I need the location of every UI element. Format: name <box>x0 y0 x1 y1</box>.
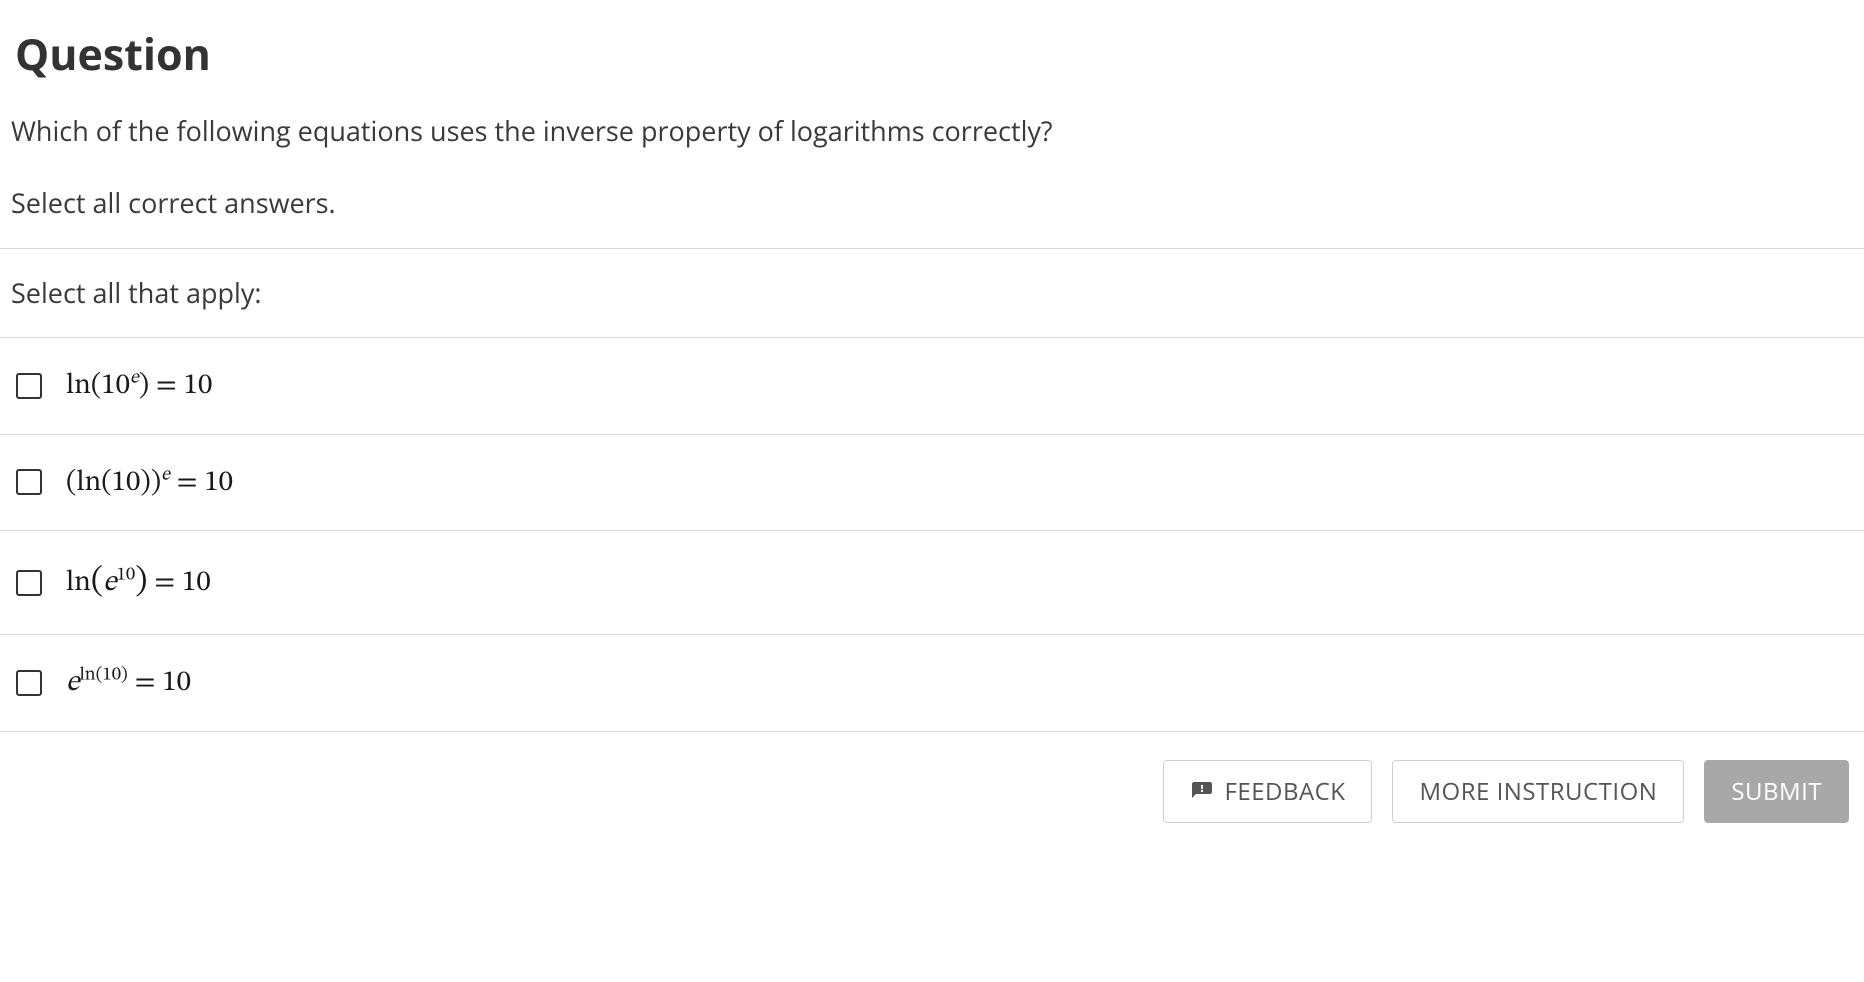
feedback-button-label: FEEDBACK <box>1224 775 1345 808</box>
option-equation-b: (ln(10))e = 10 <box>66 461 233 505</box>
feedback-icon <box>1190 779 1214 803</box>
option-equation-c: ln(e10) = 10 <box>66 557 211 608</box>
question-subprompt: Select all correct answers. <box>0 153 1864 248</box>
checkbox-c[interactable] <box>16 570 42 596</box>
submit-button[interactable]: SUBMIT <box>1704 760 1849 823</box>
more-instruction-button[interactable]: MORE INSTRUCTION <box>1392 760 1684 823</box>
button-bar: FEEDBACK MORE INSTRUCTION SUBMIT <box>0 732 1864 823</box>
select-apply-label: Select all that apply: <box>0 248 1864 339</box>
checkbox-d[interactable] <box>16 670 42 696</box>
question-page: Question Which of the following equation… <box>0 0 1864 982</box>
option-row-c[interactable]: ln(e10) = 10 <box>0 531 1864 635</box>
option-row-b[interactable]: (ln(10))e = 10 <box>0 435 1864 532</box>
more-instruction-button-label: MORE INSTRUCTION <box>1419 775 1657 808</box>
question-heading: Question <box>0 0 1864 97</box>
question-prompt: Which of the following equations uses th… <box>0 97 1864 154</box>
option-row-d[interactable]: eln(10) = 10 <box>0 635 1864 732</box>
option-equation-a: ln(10e) = 10 <box>66 364 212 408</box>
checkbox-a[interactable] <box>16 373 42 399</box>
feedback-button[interactable]: FEEDBACK <box>1163 760 1372 823</box>
option-equation-d: eln(10) = 10 <box>66 661 191 705</box>
submit-button-label: SUBMIT <box>1731 775 1822 808</box>
checkbox-b[interactable] <box>16 469 42 495</box>
option-row-a[interactable]: ln(10e) = 10 <box>0 338 1864 435</box>
